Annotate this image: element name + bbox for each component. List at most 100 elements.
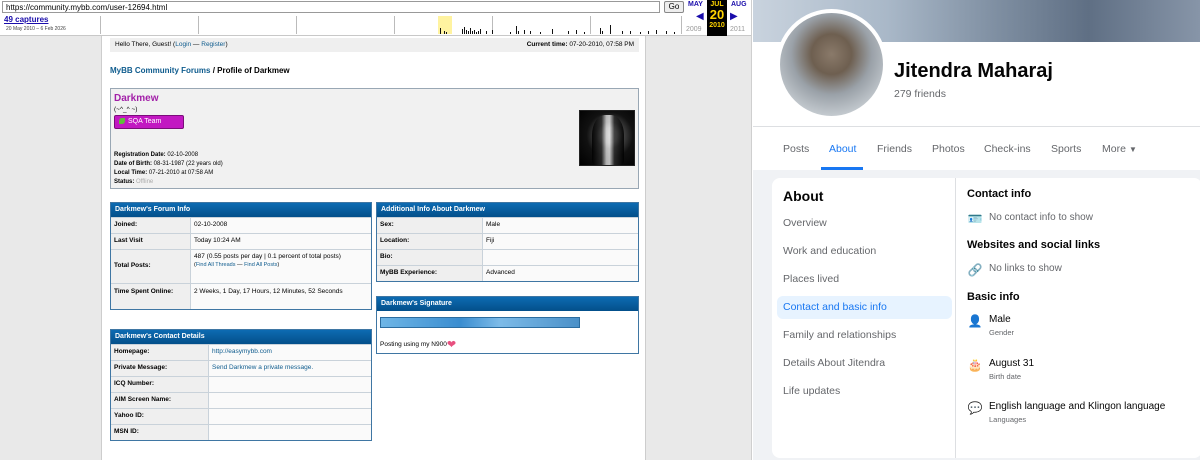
capture-tick	[440, 28, 441, 34]
current-year: 2010	[709, 22, 725, 29]
contact-info-row: 🪪 No contact info to show	[967, 212, 1197, 228]
wayback-mybb-screenshot: https://community.mybb.com/user-12694.ht…	[0, 0, 752, 460]
next-arrow-icon[interactable]: ▶	[730, 11, 738, 22]
table-row: MSN ID:	[111, 424, 371, 440]
year-separator	[681, 16, 682, 34]
find-posts-link[interactable]: Find All Posts	[244, 262, 277, 268]
about-nav-overview[interactable]: Overview	[777, 212, 952, 235]
usergroup-label: SQA Team	[128, 118, 162, 125]
capture-tick	[474, 30, 475, 34]
url-input[interactable]: https://community.mybb.com/user-12694.ht…	[2, 1, 660, 13]
table-row: Sex: Male	[377, 217, 638, 233]
welcome-suffix: )	[225, 41, 228, 48]
signature-text: Posting using my N900	[380, 341, 447, 348]
tab-photos[interactable]: Photos	[932, 143, 965, 155]
table-row: Private Message: Send Darkmew a private m…	[111, 360, 371, 376]
capture-tick	[622, 31, 623, 34]
about-nav-work-education[interactable]: Work and education	[777, 240, 952, 263]
capture-tick	[468, 31, 469, 34]
birthdate-value: August 31	[989, 358, 1035, 369]
about-nav-places-lived[interactable]: Places lived	[777, 268, 952, 291]
basic-info-gender: 👤 Male Gender	[967, 314, 1197, 342]
profile-box: Darkmew (~^_^ ~) SQA Team Registration D…	[110, 88, 639, 189]
homepage-link[interactable]: http://easymybb.com	[212, 348, 272, 355]
profile-avatar	[579, 110, 635, 166]
tab-friends[interactable]: Friends	[877, 143, 912, 155]
year-separator	[100, 16, 101, 34]
prev-year-link[interactable]: 2009	[686, 26, 702, 33]
heart-icon: ❤	[446, 339, 457, 351]
find-threads-link[interactable]: Find All Threads	[196, 262, 236, 268]
websites-empty-text: No links to show	[989, 263, 1062, 274]
person-icon: 👤	[967, 314, 983, 328]
about-nav-family-relationships[interactable]: Family and relationships	[777, 324, 952, 347]
current-time-label: Current time:	[526, 41, 568, 48]
prev-arrow-icon[interactable]: ◀	[696, 11, 704, 22]
contact-details-table: Darkmew's Contact Details Homepage: http:…	[110, 329, 372, 441]
contact-empty-text: No contact info to show	[989, 212, 1093, 223]
tab-more-label: More	[1102, 143, 1126, 155]
forum-info-table: Darkmew's Forum Info Joined: 02-10-2008 …	[110, 202, 372, 310]
additional-info-title: Additional Info About Darkmew	[377, 203, 638, 217]
websites-row: 🔗 No links to show	[967, 263, 1197, 279]
capture-sparkline[interactable]	[100, 16, 682, 34]
breadcrumb-root-link[interactable]: MyBB Community Forums	[110, 66, 210, 75]
profile-details: Registration Date: 02-10-2008 Date of Bi…	[114, 151, 223, 187]
profile-picture[interactable]	[776, 9, 887, 120]
capture-tick	[648, 31, 649, 34]
detail-dob: Date of Birth: 08-31-1987 (22 years old)	[114, 161, 223, 167]
current-time-value: 07-20-2010, 07:58 PM	[569, 41, 634, 48]
next-year-link[interactable]: 2011	[730, 26, 745, 33]
capture-tick	[510, 32, 511, 34]
go-button[interactable]: Go	[664, 1, 684, 13]
captures-link[interactable]: 49 captures	[4, 15, 48, 24]
capture-tick	[584, 32, 585, 34]
chevron-down-icon: ▼	[1128, 145, 1137, 154]
breadcrumb-sep: /	[212, 66, 215, 75]
cake-icon: 🎂	[967, 358, 983, 372]
usergroup-badge: SQA Team	[114, 115, 184, 129]
next-month-link[interactable]: AUG	[731, 1, 747, 8]
register-link[interactable]: Register	[201, 41, 225, 48]
websites-heading: Websites and social links	[967, 239, 1101, 251]
about-nav-life-updates[interactable]: Life updates	[777, 380, 952, 403]
signature-text-row: Posting using my N900❤	[380, 338, 456, 351]
gender-value: Male	[989, 314, 1011, 325]
table-row: Joined: 02-10-2008	[111, 217, 371, 233]
year-separator	[590, 16, 591, 34]
profile-username: Darkmew	[114, 93, 159, 104]
capture-tick	[524, 30, 525, 34]
friends-count[interactable]: 279 friends	[894, 88, 946, 100]
tab-sports[interactable]: Sports	[1051, 143, 1081, 155]
year-separator	[198, 16, 199, 34]
tab-check-ins[interactable]: Check-ins	[984, 143, 1031, 155]
about-nav-details[interactable]: Details About Jitendra	[777, 352, 952, 375]
table-row: Homepage: http://easymybb.com	[111, 344, 371, 360]
capture-tick	[478, 31, 479, 34]
table-row: Time Spent Online: 2 Weeks, 1 Day, 17 Ho…	[111, 283, 371, 309]
about-nav-contact-basic-info[interactable]: Contact and basic info	[777, 296, 952, 319]
contact-details-title: Darkmew's Contact Details	[111, 330, 371, 344]
welcome-text: Hello There, Guest! (	[115, 41, 176, 48]
capture-tick	[486, 31, 487, 34]
forum-info-title: Darkmew's Forum Info	[111, 203, 371, 217]
tab-more[interactable]: More ▼	[1102, 143, 1137, 155]
tab-posts[interactable]: Posts	[783, 143, 809, 155]
capture-tick	[462, 29, 463, 34]
contact-info-heading: Contact info	[967, 188, 1032, 200]
signature-box: Darkmew's Signature Posting using my N90…	[376, 296, 639, 354]
tab-about[interactable]: About	[829, 143, 856, 155]
capture-tick	[576, 30, 577, 34]
current-capture-date: JUL 20 2010	[707, 0, 727, 36]
table-row: ICQ Number:	[111, 376, 371, 392]
prev-month-link[interactable]: MAY	[688, 1, 703, 8]
capture-tick	[656, 30, 657, 34]
year-separator	[296, 16, 297, 34]
signature-banner	[380, 317, 580, 328]
capture-tick	[492, 30, 493, 34]
private-message-link[interactable]: Send Darkmew a private message.	[212, 364, 313, 371]
facebook-profile-screenshot: Jitendra Maharaj 279 friends Posts About…	[753, 0, 1200, 460]
speech-bubble-icon: 💬	[967, 401, 983, 415]
login-link[interactable]: Login	[175, 41, 191, 48]
capture-tick	[472, 31, 473, 34]
